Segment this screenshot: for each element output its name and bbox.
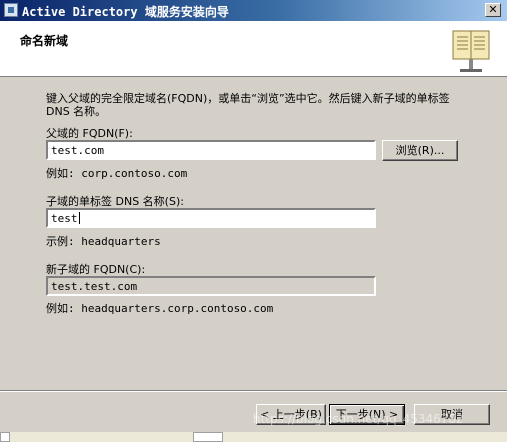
background-window-strip [0,432,507,442]
new-fqdn-label: 新子域的 FQDN(C): [46,263,146,276]
parent-fqdn-input[interactable]: test.com [46,140,376,160]
app-icon [4,3,18,17]
parent-fqdn-label: 父域的 FQDN(F): [46,127,133,140]
background-fragment [0,432,10,442]
parent-fqdn-example: 例如: corp.contoso.com [46,167,188,180]
window-title: Active Directory 域服务安装向导 [22,5,229,19]
close-button[interactable]: ✕ [485,3,501,17]
book-icon [452,30,490,72]
title-bar: Active Directory 域服务安装向导 ✕ [0,0,507,21]
background-fragment [193,432,223,442]
child-label-label: 子域的单标签 DNS 名称(S): [46,195,184,208]
instructions-text: 键入父域的完全限定域名(FQDN)，或单击“浏览”选中它。然后键入新子域的单标签… [46,92,450,118]
child-label-input[interactable]: test [46,208,376,228]
page-title: 命名新域 [20,34,69,48]
text-cursor [78,212,80,224]
watermark: https://blog.csdn.net/qq_45346782 [253,412,464,426]
new-fqdn-example: 例如: headquarters.corp.contoso.com [46,302,274,315]
browse-button[interactable]: 浏览(R)... [382,140,458,161]
child-label-value: test [51,212,78,225]
child-label-example: 示例: headquarters [46,235,161,248]
button-separator [0,390,507,392]
new-fqdn-field: test.test.com [46,276,376,296]
wizard-header: 命名新域 [0,21,507,77]
